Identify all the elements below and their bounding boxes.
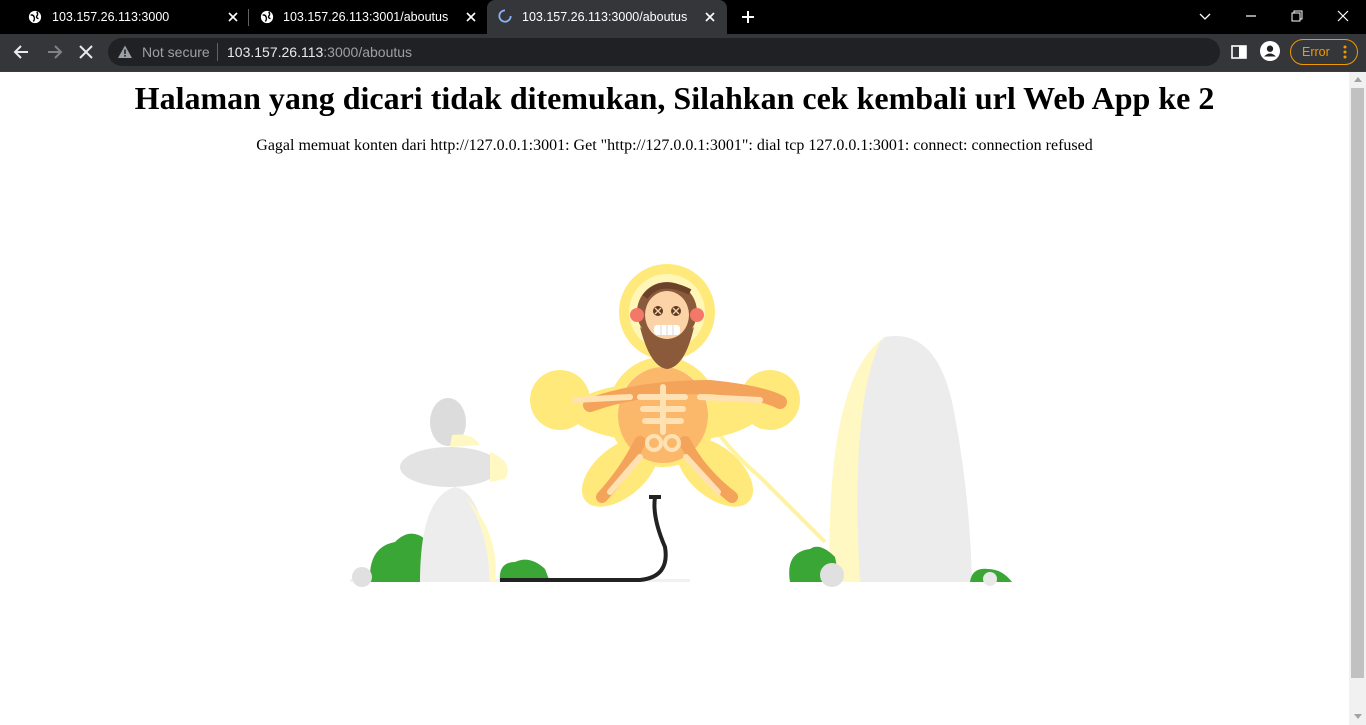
- globe-icon: [260, 10, 274, 24]
- profile-error-button[interactable]: Error: [1290, 39, 1358, 65]
- close-window-button[interactable]: [1320, 0, 1366, 32]
- error-message: Gagal memuat konten dari http://127.0.0.…: [256, 137, 1093, 154]
- warning-icon[interactable]: [117, 44, 133, 60]
- url-path: :3000/aboutus: [323, 44, 413, 60]
- page-heading: Halaman yang dicari tidak ditemukan, Sil…: [134, 80, 1215, 116]
- restore-icon: [1291, 10, 1303, 22]
- error-label: Error: [1302, 45, 1330, 59]
- close-tab-icon[interactable]: [226, 10, 240, 24]
- back-icon[interactable]: [12, 42, 32, 62]
- page-content: Halaman yang dicari tidak ditemukan, Sil…: [0, 72, 1349, 725]
- electrocuted-skeleton-illustration: [350, 264, 1012, 587]
- url-text[interactable]: 103.157.26.113:3000/aboutus: [227, 44, 412, 60]
- tab-2[interactable]: 103.157.26.113:3001/aboutus: [248, 0, 488, 34]
- close-window-icon: [1337, 10, 1349, 22]
- minimize-button[interactable]: [1228, 0, 1274, 32]
- close-tab-icon[interactable]: [703, 10, 717, 24]
- forward-icon[interactable]: [44, 42, 64, 62]
- close-tab-icon[interactable]: [464, 10, 478, 24]
- scroll-down-arrow-icon[interactable]: [1354, 714, 1362, 720]
- profile-icon[interactable]: [1260, 41, 1280, 61]
- globe-icon: [28, 10, 42, 24]
- stop-icon[interactable]: [76, 42, 96, 62]
- security-label[interactable]: Not secure: [142, 44, 210, 60]
- tab-title: 103.157.26.113:3001/aboutus: [283, 10, 449, 24]
- tab-title: 103.157.26.113:3000/aboutus: [522, 10, 688, 24]
- scroll-up-arrow-icon[interactable]: [1354, 76, 1362, 82]
- new-tab-icon[interactable]: [739, 8, 757, 26]
- tab-3-active[interactable]: 103.157.26.113:3000/aboutus: [487, 0, 727, 34]
- tab-search-button[interactable]: [1182, 0, 1228, 32]
- tab-search-icon: [1199, 13, 1211, 20]
- tab-1[interactable]: 103.157.26.113:3000: [8, 0, 248, 34]
- restore-button[interactable]: [1274, 0, 1320, 32]
- url-host: 103.157.26.113: [227, 44, 324, 60]
- scrollbar-thumb[interactable]: [1351, 88, 1364, 678]
- side-panel-icon[interactable]: [1229, 42, 1249, 62]
- tab-strip: 103.157.26.113:3000 103.157.26.113:3001/…: [0, 0, 1366, 34]
- omnibox-separator: [217, 43, 218, 61]
- tab-title: 103.157.26.113:3000: [52, 10, 170, 24]
- kebab-menu-icon: [1343, 45, 1347, 59]
- minimize-icon: [1246, 15, 1256, 17]
- loading-spinner-icon: [498, 9, 512, 23]
